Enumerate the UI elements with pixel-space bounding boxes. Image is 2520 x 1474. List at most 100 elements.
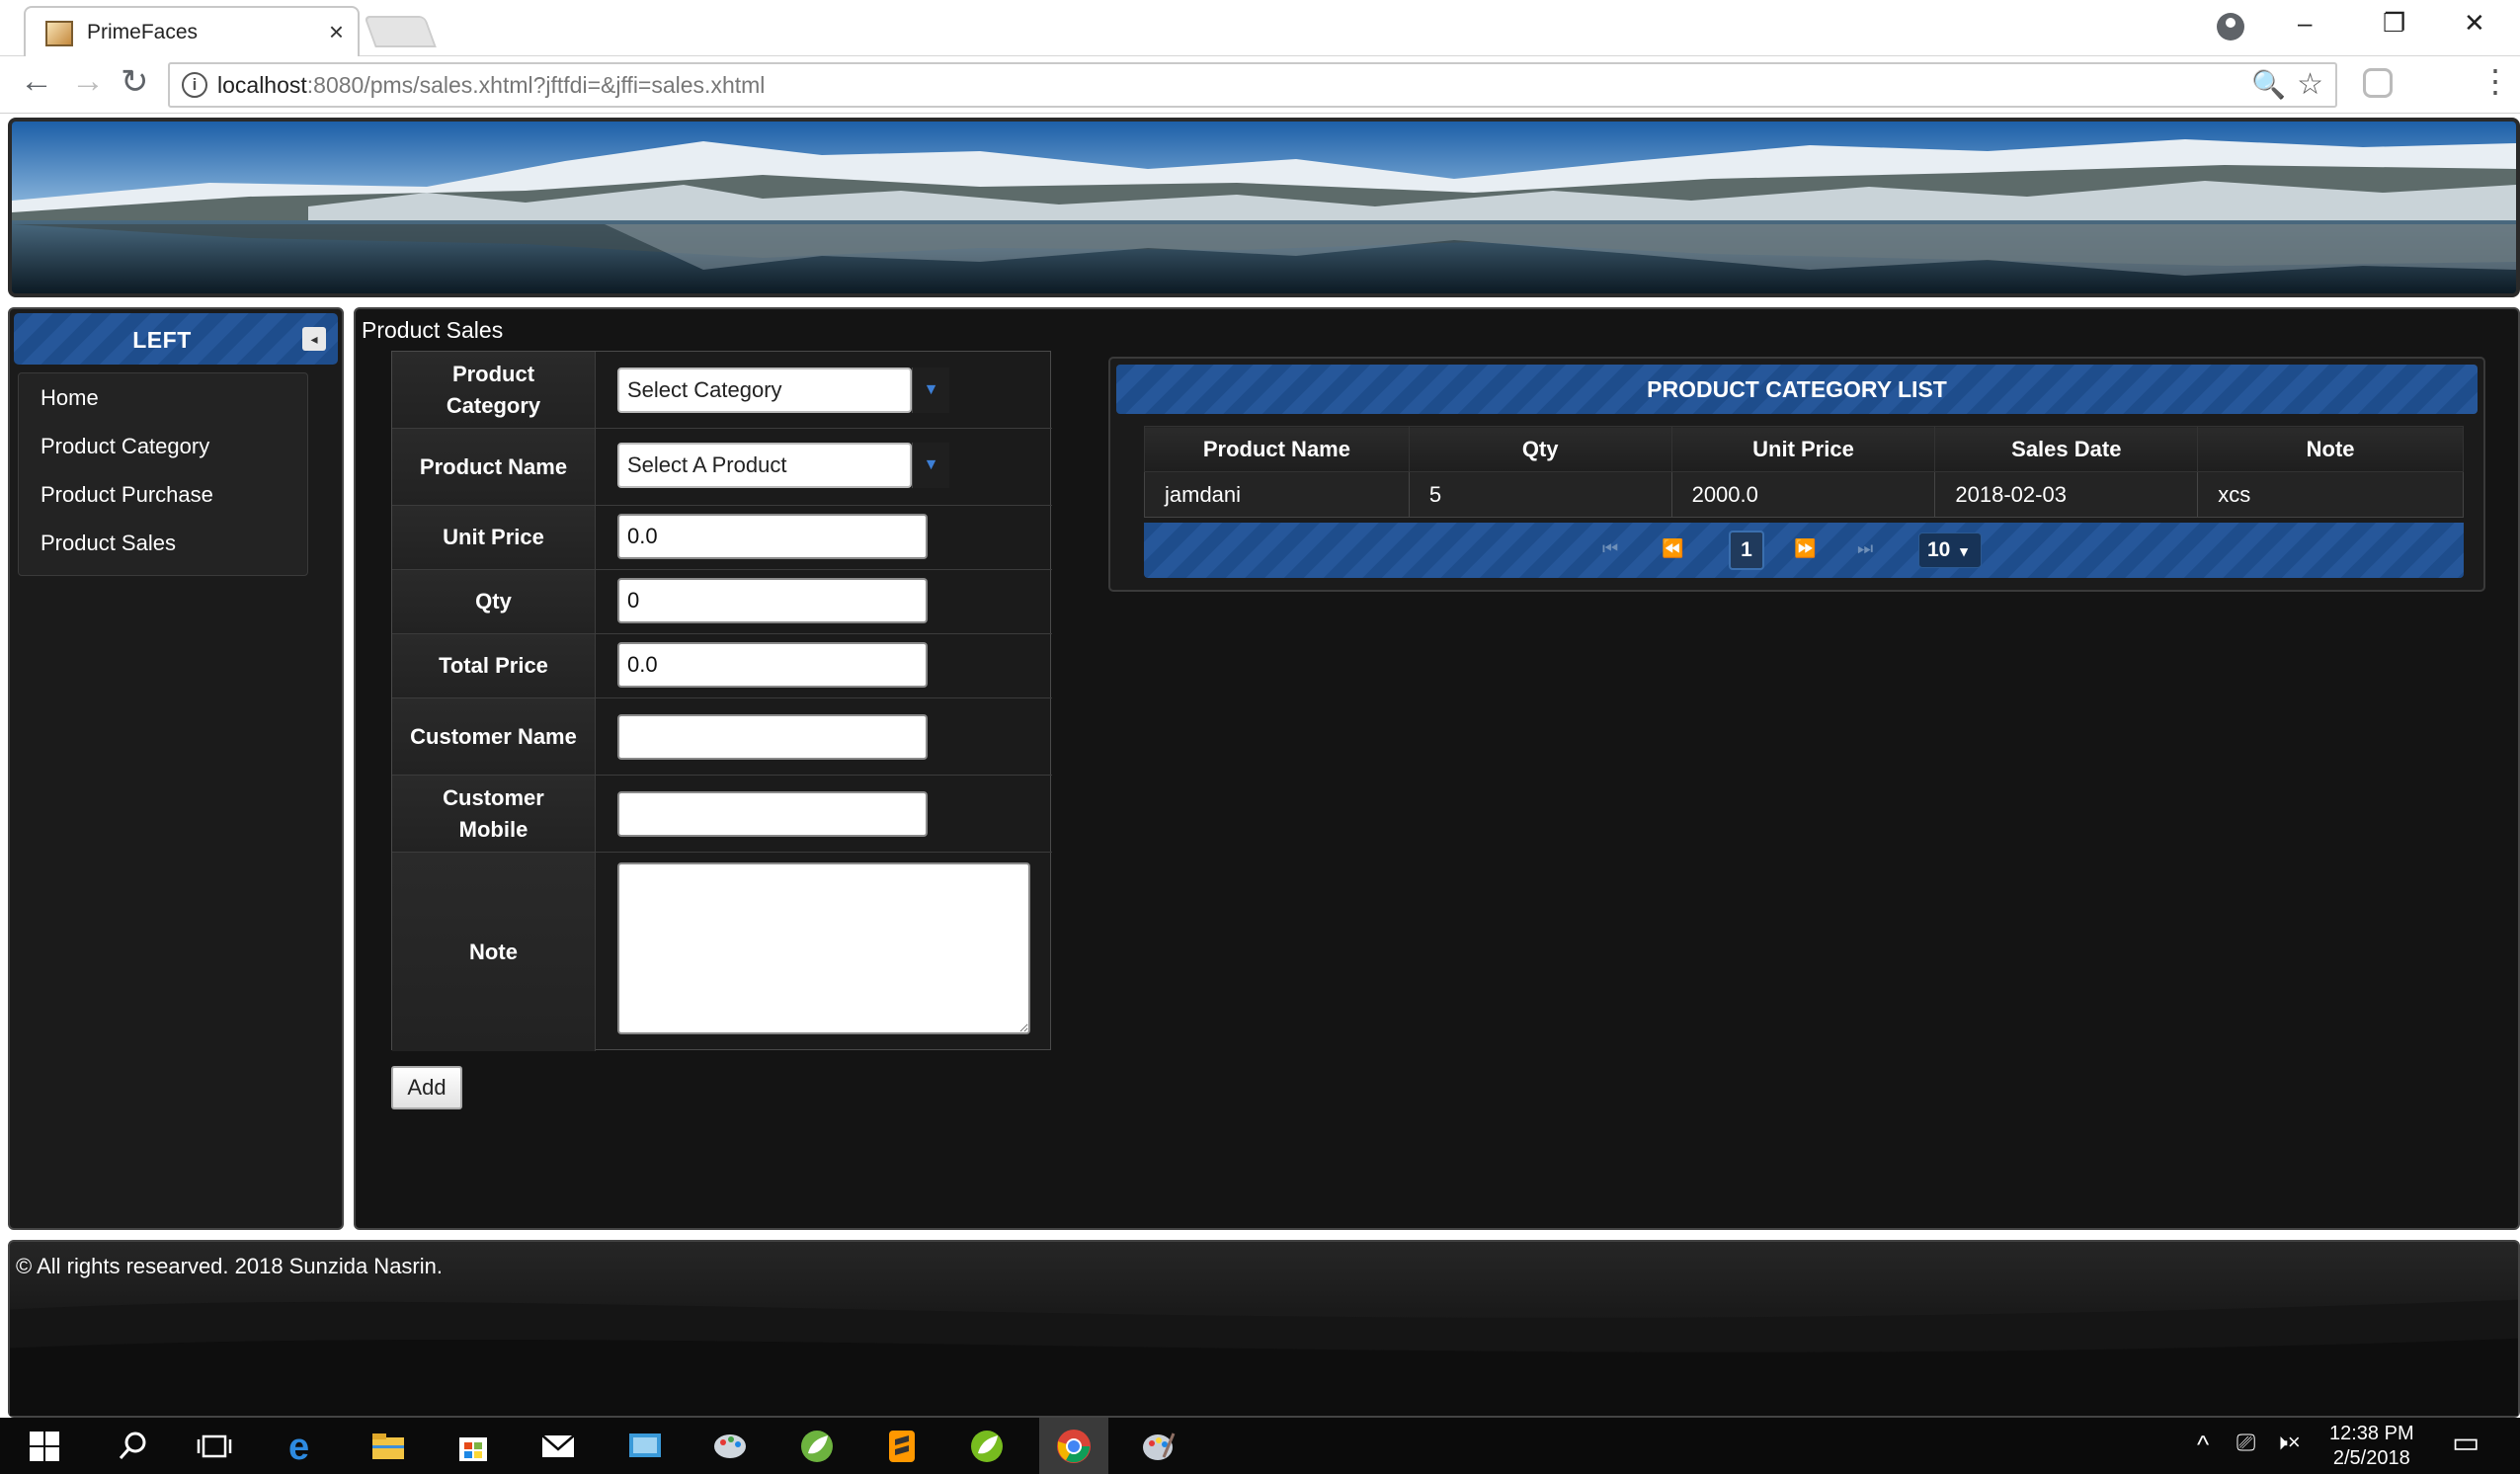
page-body: LEFT ◂ Home Product Category Product Pur… (0, 114, 2520, 1418)
extension-icon[interactable] (2363, 68, 2393, 98)
palette-app-icon[interactable] (1140, 1428, 1178, 1465)
side-menu: Home Product Category Product Purchase P… (18, 372, 308, 576)
menu-item-product-purchase[interactable]: Product Purchase (19, 470, 307, 519)
browser-menu-icon[interactable]: ⋮ (2479, 62, 2511, 100)
clock-date: 2/5/2018 (2332, 1447, 2410, 1469)
browser-tab-primefaces[interactable]: PrimeFaces × (24, 6, 360, 56)
total-price-input[interactable] (617, 642, 928, 688)
qty-label: Qty (392, 570, 596, 633)
tab-title: PrimeFaces (87, 21, 199, 43)
url-text: localhost:8080/pms/sales.xhtml?jftfdi=&j… (217, 72, 766, 98)
column-header-note[interactable]: Note (2197, 426, 2464, 472)
browser-toolbar: ← → ↻ i localhost:8080/pms/sales.xhtml?j… (0, 56, 2520, 114)
form-row-customer-name: Customer Name (392, 698, 1052, 776)
west-panel-header: LEFT ◂ (14, 313, 338, 365)
west-panel-title: LEFT (132, 327, 192, 353)
rows-per-page-select[interactable]: 10 ▾ (1918, 532, 1982, 568)
product-label: Product Name (392, 429, 596, 505)
header-banner (8, 118, 2520, 297)
next-page-icon[interactable]: ⏩ (1794, 538, 1816, 559)
table-row[interactable]: jamdani 5 2000.0 2018-02-03 xcs (1144, 471, 2464, 518)
mail-icon[interactable] (539, 1428, 577, 1465)
tray-expand-icon[interactable]: ^ (2197, 1430, 2209, 1460)
unit-price-label: Unit Price (392, 506, 596, 569)
restore-icon[interactable]: ❐ (2383, 8, 2405, 39)
spring-suite-icon[interactable] (968, 1428, 1006, 1465)
store-icon[interactable] (454, 1428, 492, 1465)
panel-title: Product Sales (362, 317, 504, 343)
form-row-customer-mobile: Customer Mobile (392, 776, 1052, 853)
prev-page-icon[interactable]: ⏪ (1662, 538, 1683, 559)
product-dropdown-icon[interactable]: ▼ (912, 443, 949, 488)
category-label: Product Category (392, 352, 596, 428)
product-category-datatable: PRODUCT CATEGORY LIST Product Name Qty U… (1108, 357, 2485, 592)
forward-icon[interactable]: → (71, 62, 105, 101)
note-textarea[interactable] (617, 862, 1030, 1034)
windows-taskbar: e ^ ⎚ 🕨× 12:38 PM 2/5/2018 ▭ (0, 1418, 2520, 1474)
column-header-qty[interactable]: Qty (1408, 426, 1672, 472)
notification-center-icon[interactable]: ▭ (2452, 1426, 2479, 1460)
task-view-icon[interactable] (196, 1428, 233, 1465)
table-header-row: Product Name Qty Unit Price Sales Date N… (1144, 426, 2464, 472)
menu-item-home[interactable]: Home (19, 373, 307, 422)
category-dropdown-icon[interactable]: ▼ (912, 368, 949, 413)
unit-price-input[interactable] (617, 514, 928, 559)
total-price-label: Total Price (392, 634, 596, 697)
menu-item-product-category[interactable]: Product Category (19, 422, 307, 470)
datatable-paginator: ⏮ ⏪ 1 ⏩ ⏭ 10 ▾ (1144, 523, 2464, 578)
tab-close-icon[interactable]: × (329, 17, 344, 47)
form-row-unit-price: Unit Price (392, 506, 1052, 570)
customer-mobile-input[interactable] (617, 791, 928, 837)
form-row-product: Product Name Select A Product ▼ (392, 429, 1052, 506)
screen-app-icon[interactable] (626, 1428, 664, 1465)
form-row-total-price: Total Price (392, 634, 1052, 698)
collapse-panel-icon[interactable]: ◂ (302, 327, 326, 351)
qty-input[interactable] (617, 578, 928, 623)
datatable-title: PRODUCT CATEGORY LIST (1116, 365, 2478, 414)
back-icon[interactable]: ← (20, 62, 53, 101)
reload-icon[interactable]: ↻ (121, 62, 149, 102)
form-row-category: Product Category Select Category ▼ (392, 352, 1052, 429)
chrome-icon[interactable] (1055, 1428, 1093, 1465)
volume-muted-icon[interactable]: 🕨× (2274, 1430, 2301, 1455)
windows-start-icon[interactable] (30, 1432, 59, 1461)
address-bar[interactable]: i localhost:8080/pms/sales.xhtml?jftfdi=… (168, 62, 2337, 108)
zoom-icon[interactable]: 🔍 (2251, 68, 2286, 101)
sublime-text-icon[interactable] (883, 1428, 921, 1465)
page-1-button[interactable]: 1 (1729, 531, 1764, 570)
clock[interactable]: 12:38 PM 2/5/2018 (2329, 1422, 2414, 1471)
last-page-icon[interactable]: ⏭ (1857, 538, 1873, 559)
search-icon[interactable] (115, 1428, 152, 1465)
column-header-sales-date[interactable]: Sales Date (1934, 426, 2199, 472)
add-button[interactable]: Add (391, 1066, 462, 1109)
minimize-icon[interactable]: – (2298, 8, 2312, 39)
svg-text:e: e (288, 1428, 309, 1465)
customer-name-input[interactable] (617, 714, 928, 760)
category-select[interactable]: Select Category (617, 368, 912, 413)
new-tab-button[interactable] (364, 16, 437, 47)
spring-tool-icon[interactable] (798, 1428, 836, 1465)
form-row-qty: Qty (392, 570, 1052, 634)
first-page-icon[interactable]: ⏮ (1602, 538, 1618, 559)
favicon-icon (45, 21, 73, 46)
edge-browser-icon[interactable]: e (285, 1428, 322, 1465)
menu-item-product-sales[interactable]: Product Sales (19, 519, 307, 567)
rows-dropdown-icon: ▾ (1960, 543, 1968, 560)
datatable-grid: Product Name Qty Unit Price Sales Date N… (1144, 426, 2464, 518)
cell-product-name: jamdani (1144, 471, 1410, 518)
profile-icon[interactable] (2217, 13, 2244, 41)
site-info-icon[interactable]: i (182, 72, 207, 98)
customer-name-label: Customer Name (392, 698, 596, 775)
paint-app-icon[interactable] (711, 1428, 749, 1465)
column-header-product-name[interactable]: Product Name (1144, 426, 1410, 472)
layout-center-panel: Product Sales Product Category Select Ca… (354, 307, 2520, 1230)
customer-mobile-label: Customer Mobile (392, 776, 596, 852)
network-icon[interactable]: ⎚ (2236, 1430, 2255, 1457)
bookmark-star-icon[interactable]: ☆ (2297, 67, 2323, 102)
file-explorer-icon[interactable] (369, 1428, 407, 1465)
column-header-unit-price[interactable]: Unit Price (1670, 426, 1936, 472)
sales-form: Product Category Select Category ▼ Produ… (391, 351, 1052, 1051)
product-select[interactable]: Select A Product (617, 443, 912, 488)
window-close-icon[interactable]: ✕ (2464, 8, 2485, 39)
copyright-text: © All rights researved. 2018 Sunzida Nas… (16, 1254, 443, 1278)
